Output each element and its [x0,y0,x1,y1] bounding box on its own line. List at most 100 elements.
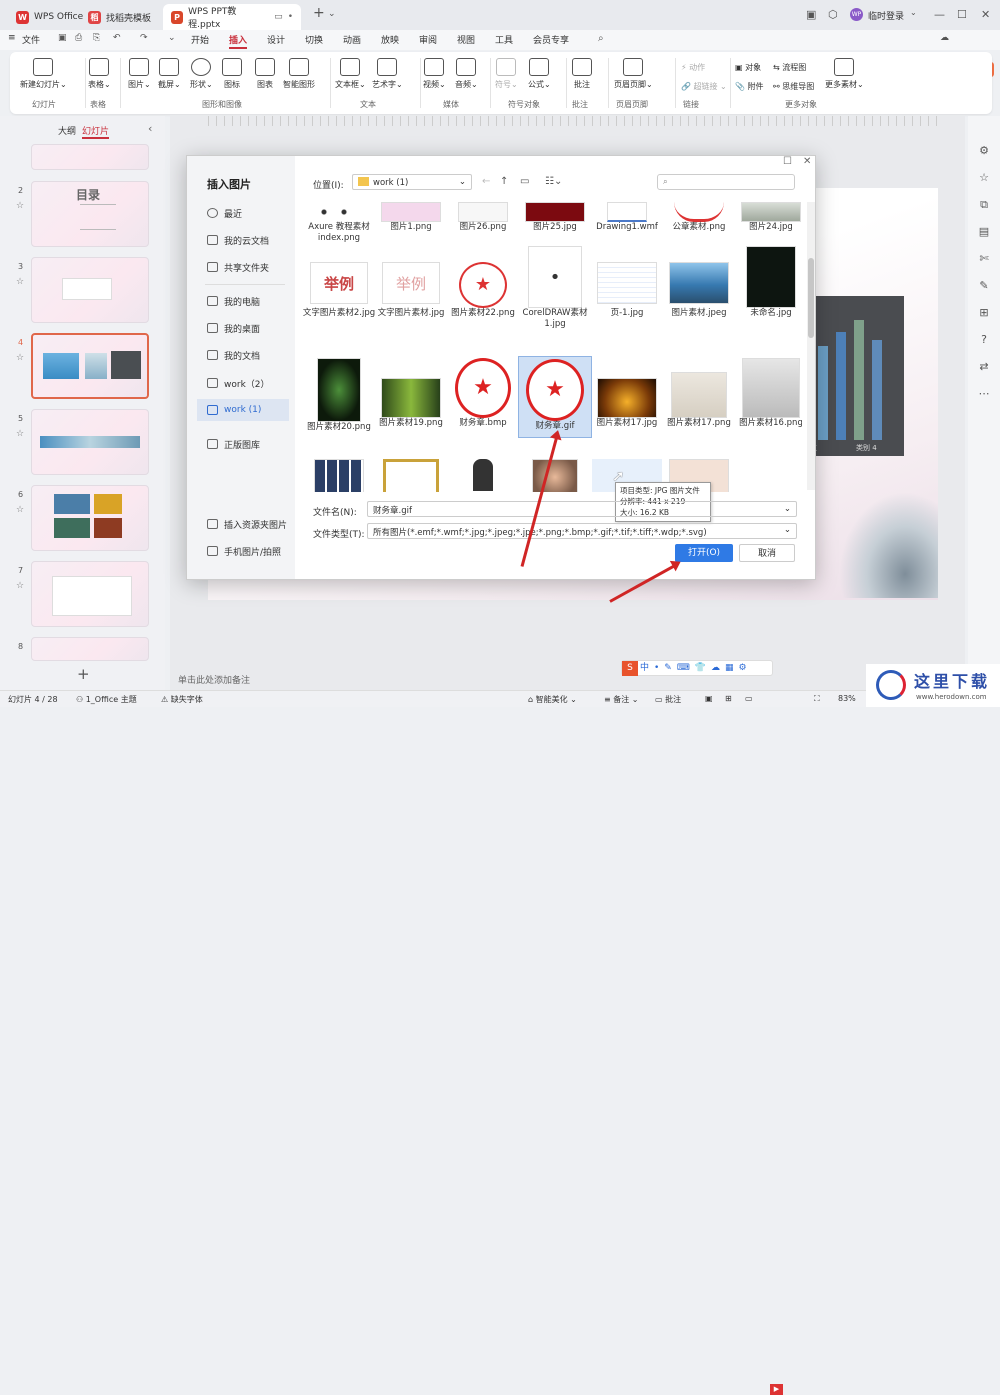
comment-button[interactable]: 批注 [572,58,592,90]
search-icon[interactable]: ⌕ [598,33,604,44]
close-icon[interactable]: ✕ [803,156,811,167]
menu-design[interactable]: 设计 [267,33,285,46]
star-icon[interactable]: ☆ [16,505,24,515]
side-item-shared[interactable]: 共享文件夹 [197,256,289,278]
ime-toolbar[interactable]: S 中•✎⌨👕☁▦⚙ [621,660,773,676]
slide-thumbnail-4[interactable] [31,333,149,399]
redo-icon[interactable]: ↷ [140,33,148,43]
zoom-level[interactable]: 83% [838,694,856,703]
translate-icon[interactable]: ⇄ [977,360,991,374]
star-icon[interactable]: ☆ [16,277,24,287]
formula-button[interactable]: 公式⌄ [528,58,551,90]
star-icon[interactable]: ☆ [16,581,24,591]
monitor-icon[interactable]: ▭ [274,12,283,22]
hyperlink-button[interactable]: 🔗 超链接 ⌄ [681,81,727,92]
file-item[interactable]: 页-1.jpg [590,262,664,319]
file-item[interactable]: • CorelDRAW素材1.jpg [518,246,592,330]
file-item[interactable]: 图片25.jpg [518,202,592,233]
copy-icon[interactable]: ⧉ [977,198,991,212]
table-button[interactable]: 表格⌄ [88,58,111,90]
filename-input[interactable]: 财务章.gif ⌄ [367,501,797,517]
collapse-icon[interactable]: ‹ [148,122,152,135]
video-button[interactable]: 视频⌄ [423,58,446,90]
screenshot-button[interactable]: 截屏⌄ [158,58,181,90]
side-item-work2[interactable]: work（2） [197,372,289,394]
menu-home[interactable]: 开始 [191,33,209,46]
file-item[interactable]: 图片素材17.png [662,372,736,429]
file-item[interactable]: 图片素材16.png [734,358,802,429]
file-item[interactable]: 图片素材.jpeg [662,262,736,319]
slide-thumbnail-6[interactable] [31,485,149,551]
menu-icon[interactable]: ≡ [8,33,16,43]
undo-icon[interactable]: ↶ [113,33,121,43]
new-tab-button[interactable]: + [313,5,325,21]
layout-icon[interactable]: ▣ [806,8,816,21]
tab-ppt-document[interactable]: P WPS PPT教程.pptx ▭ • [163,4,301,30]
comment-button[interactable]: ▭ 批注 [655,694,681,705]
wordart-button[interactable]: 艺术字⌄ [372,58,403,90]
star-icon[interactable]: ☆ [16,201,24,211]
beautify-button[interactable]: ⌂ 智能美化 ⌄ [528,694,577,705]
side-item-phone[interactable]: 手机图片/拍照 [197,540,289,562]
file-item[interactable]: 图片26.png [446,202,520,233]
file-item[interactable] [446,459,520,491]
file-item[interactable] [518,459,592,492]
menu-insert[interactable]: 插入 [229,33,248,49]
tab-wps-office[interactable]: W WPS Office [8,4,91,30]
new-folder-icon[interactable]: ▭ [520,176,529,187]
up-folder-icon[interactable]: ↑ [500,176,508,187]
shape-button[interactable]: 形状⌄ [190,58,213,90]
file-item[interactable]: 举例 文字图片素材2.jpg [302,262,376,319]
minimize-icon[interactable]: — [934,8,945,21]
side-item-computer[interactable]: 我的电脑 [197,290,289,312]
side-item-gallery[interactable]: 正版图库 [197,433,289,455]
slide-thumbnail-3[interactable] [31,257,149,323]
notes-placeholder[interactable]: 单击此处添加备注 [178,673,250,686]
menu-member[interactable]: 会员专享 [533,33,569,46]
menu-file[interactable]: 文件 [22,33,40,46]
slide-thumbnail-8[interactable] [31,637,149,661]
notes-button[interactable]: ≡ 备注 ⌄ [604,694,639,705]
theme-label[interactable]: ⚇ 1_Office 主题 [76,694,137,705]
side-item-recent[interactable]: 最近 [197,202,289,224]
print-icon[interactable]: ⎘ [93,33,100,43]
back-icon[interactable]: ← [482,176,490,187]
file-item[interactable] [374,459,448,492]
export-icon[interactable]: ⎙ [75,33,82,43]
chart-button[interactable]: 图表 [255,58,275,90]
login-link[interactable]: 临时登录 [868,9,904,22]
sorter-view-icon[interactable]: ⊞ [725,694,732,703]
object-button[interactable]: ▣ 对象 [735,62,761,73]
new-slide-button[interactable]: 新建幻灯片⌄ [20,58,67,90]
file-item[interactable]: 图片1.png [374,202,448,233]
side-item-desktop[interactable]: 我的桌面 [197,317,289,339]
menu-view[interactable]: 视图 [457,33,475,46]
fit-icon[interactable]: ⛶ [814,694,820,704]
star-icon[interactable]: ☆ [977,171,991,185]
filetype-select[interactable]: 所有图片(*.emf;*.wmf;*.jpg;*.jpeg;*.jpe;*.pn… [367,523,797,539]
settings-icon[interactable]: ⚙ [977,144,991,158]
symbol-button[interactable]: 符号⌄ [495,58,518,90]
slide-thumbnail-7[interactable] [31,561,149,627]
cancel-button[interactable]: 取消 [739,544,795,562]
menu-tools[interactable]: 工具 [495,33,513,46]
menu-slideshow[interactable]: 放映 [381,33,399,46]
maximize-icon[interactable]: ☐ [783,156,792,167]
tools-icon[interactable]: ✄ [977,252,991,266]
icon-button[interactable]: 图标 [222,58,242,90]
scrollbar[interactable] [807,202,815,490]
smartart-button[interactable]: 智能图形 [283,58,315,90]
view-mode-icon[interactable]: ☷⌄ [545,176,562,187]
more-icon[interactable]: ⌄ [168,33,176,43]
brush-icon[interactable]: ✎ [977,279,991,293]
slide-thumbnail-2[interactable]: 目录 [31,181,149,247]
cloud-sync-icon[interactable]: ☁ [940,33,949,43]
slides-tab[interactable]: 幻灯片 [82,124,110,139]
file-item-selected[interactable]: ★ 财务章.gif [518,356,592,438]
outline-tab[interactable]: 大纲 [58,124,76,137]
search-input[interactable]: ⌕ [657,174,795,190]
add-slide-button[interactable]: + [77,665,90,683]
close-icon[interactable]: ✕ [981,8,990,21]
side-item-documents[interactable]: 我的文档 [197,344,289,366]
menu-animation[interactable]: 动画 [343,33,361,46]
